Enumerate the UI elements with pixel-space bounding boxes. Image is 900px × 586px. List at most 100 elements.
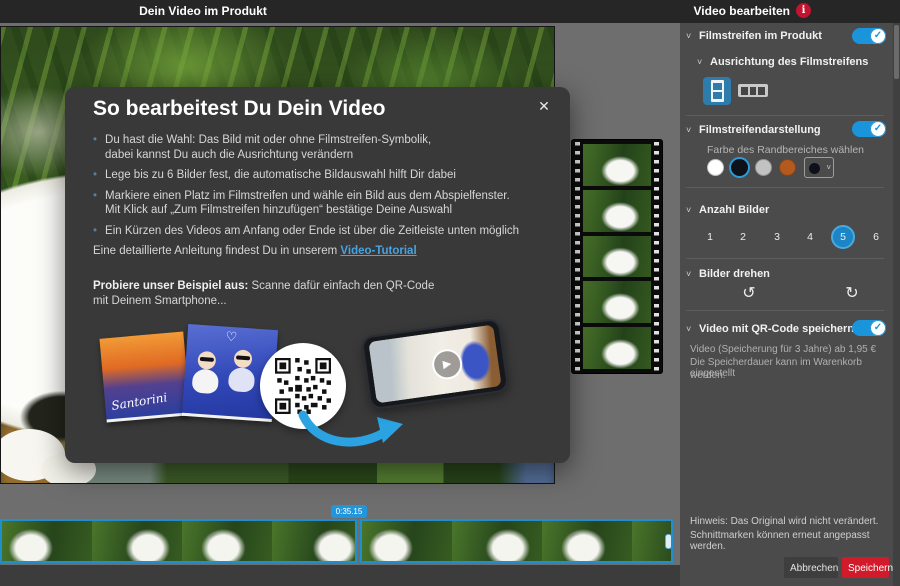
border-color-label: Farbe des Randbereiches wählen [707,144,864,156]
filmstrip-frame[interactable] [583,327,651,369]
timeline-frame[interactable] [542,521,632,561]
bullet-line: Mit Klick auf „Zum Filmstreifen hinzufüg… [105,203,510,218]
hint-line: Schnittmarken können erneut angepasst we… [690,530,893,552]
dialog-title: So bearbeitest Du Dein Video [93,97,386,121]
filmstrip-sprockets-right [654,142,659,371]
filmstrip-frame[interactable] [583,144,651,186]
color-swatch-orange[interactable] [779,159,796,176]
bullet-icon: • [93,133,97,162]
section-image-count[interactable]: ˅ Anzahl Bilder [686,202,769,218]
save-button[interactable]: Speichern [842,557,889,578]
photo-person-dress [228,367,256,393]
bullet-line: Markiere einen Platz im Filmstreifen und… [105,189,510,204]
count-option-1[interactable]: 1 [698,225,722,249]
section-orientation[interactable]: ˅ Ausrichtung des Filmstreifens [697,54,868,70]
filmstrip-icon-cell [741,87,748,95]
photo-person [197,351,216,370]
photobook-illustration: Santorini ♡ [101,327,277,427]
filmstrip-frame[interactable] [583,236,651,278]
section-rotate-images[interactable]: ˅ Bilder drehen [686,266,770,282]
photobook-left-page: Santorini [99,331,190,422]
left-pane-title: Dein Video im Produkt [0,4,406,18]
bullet-line: Lege bis zu 6 Bilder fest, die automatis… [105,168,456,183]
divider [686,187,884,188]
section-label: Bilder drehen [699,268,770,280]
filmstrip-sprockets-left [575,142,580,371]
timeline-frame[interactable] [452,521,542,561]
cancel-button[interactable]: Abbrechen [784,557,838,578]
right-pane-title: Video bearbeiten [630,4,790,18]
section-label: Filmstreifendarstellung [699,124,821,136]
timeline-frame[interactable] [92,521,182,561]
color-swatch-gray[interactable] [755,159,772,176]
scrollbar-thumb[interactable] [894,25,899,79]
count-option-2[interactable]: 2 [731,225,755,249]
timeline-frame[interactable] [362,521,452,561]
display-toggle[interactable]: ✓ [852,121,886,137]
divider [686,310,884,311]
count-option-4[interactable]: 4 [798,225,822,249]
timeline-section-right[interactable] [360,519,673,563]
chevron-down-icon: ˅ [686,269,694,279]
help-dialog: So bearbeitest Du Dein Video ✕ • Du hast… [65,87,570,463]
section-filmstrip-display[interactable]: ˅ Filmstreifendarstellung [686,122,821,138]
timeline-timestamp-badge[interactable]: 0:35.15 [331,505,367,518]
tutorial-text: Eine detaillierte Anleitung findest Du i… [93,245,340,257]
bullet-line: Ein Kürzen des Videos am Anfang oder End… [105,224,519,239]
count-option-6[interactable]: 6 [864,225,888,249]
color-swatch-white[interactable] [707,159,724,176]
section-save-with-qr[interactable]: ˅ Video mit QR-Code speichern [686,321,854,337]
custom-color-dot [809,163,820,174]
timeline-section-left[interactable] [0,519,357,563]
timeline-trim-handle[interactable] [665,534,672,549]
filmstrip-vertical[interactable] [572,140,662,373]
section-label: Anzahl Bilder [699,204,769,216]
app-window: Dein Video im Produkt Video bearbeiten i… [0,0,900,586]
filmstrip-frame[interactable] [583,190,651,232]
count-option-3[interactable]: 3 [765,225,789,249]
close-icon[interactable]: ✕ [534,96,554,116]
section-label: Ausrichtung des Filmstreifens [710,56,868,68]
timeline-frame[interactable] [2,521,92,561]
orientation-horizontal-button[interactable] [738,84,768,97]
example-bold-text: Probiere unser Beispiel aus: [93,280,248,292]
bullet-line: Du hast die Wahl: Das Bild mit oder ohne… [105,133,431,148]
filmstrip-icon-cell [713,83,722,90]
bullet-item: • Markiere einen Platz im Filmstreifen u… [93,189,544,218]
toggle-check-icon: ✓ [870,320,886,336]
filmstrip-toggle[interactable]: ✓ [852,28,886,44]
section-filmstrip-in-product[interactable]: ˅ Filmstreifen im Produkt [686,28,822,44]
color-picker-dropdown[interactable]: ˅ [804,157,834,178]
chevron-down-icon: ˅ [686,125,694,135]
count-option-5-selected[interactable]: 5 [831,225,855,249]
chevron-down-icon: ˅ [686,205,694,215]
rotate-right-icon[interactable]: ↻ [841,283,863,305]
chevron-down-icon: ˅ [826,163,831,172]
toggle-check-icon: ✓ [870,121,886,137]
rotate-left-icon[interactable]: ↺ [738,283,760,305]
filmstrip-frame[interactable] [583,281,651,323]
qr-save-toggle[interactable]: ✓ [852,320,886,336]
timeline-frame[interactable] [272,521,357,561]
header-bar: Dein Video im Produkt Video bearbeiten i [0,0,900,23]
bullet-item: • Ein Kürzen des Videos am Anfang oder E… [93,224,544,239]
divider [686,115,884,116]
color-swatch-black-selected[interactable] [731,159,748,176]
chevron-down-icon: ˅ [686,324,694,334]
save-info-line: Video (Speicherung für 3 Jahre) ab 1,95 … [690,344,876,355]
filmstrip-vertical-icon [711,80,724,102]
bullet-icon: • [93,168,97,183]
bullet-icon: • [93,189,97,218]
bottom-band [0,565,680,586]
orientation-vertical-button[interactable] [703,77,731,105]
video-tutorial-link[interactable]: Video-Tutorial [340,245,416,257]
toggle-check-icon: ✓ [870,28,886,44]
tutorial-line: Eine detaillierte Anleitung findest Du i… [93,245,417,257]
filmstrip-frames [583,144,651,369]
timeline-frame[interactable] [182,521,272,561]
photo-person [233,349,252,368]
section-label: Filmstreifen im Produkt [699,30,822,42]
edit-panel: ˅ Filmstreifen im Produkt ✓ ˅ Ausrichtun… [680,23,893,586]
panel-scrollbar[interactable] [893,23,900,586]
info-icon[interactable]: i [796,3,811,18]
